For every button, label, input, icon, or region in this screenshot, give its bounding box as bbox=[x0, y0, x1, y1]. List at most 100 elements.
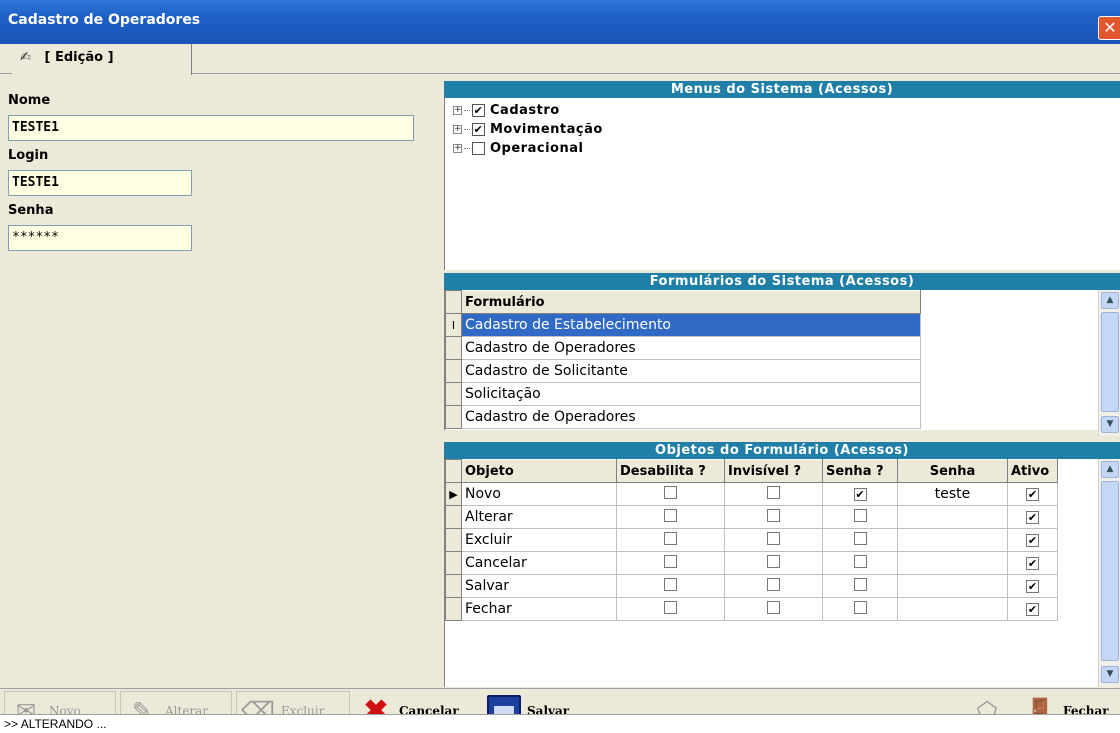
checkbox-invisivel[interactable] bbox=[767, 577, 780, 591]
table-cell[interactable] bbox=[897, 505, 1008, 529]
checkbox-desabilita[interactable] bbox=[664, 485, 677, 499]
table-cell[interactable]: Novo bbox=[461, 482, 617, 506]
checkbox-invisivel[interactable] bbox=[767, 485, 780, 499]
table-row[interactable]: Solicitação bbox=[445, 382, 921, 406]
table-row[interactable]: Cadastro de Solicitante bbox=[445, 359, 921, 383]
tree-item-label: Movimentação bbox=[490, 121, 603, 137]
checkbox-senha[interactable] bbox=[853, 554, 867, 568]
forms-grid: Formulário I Cadastro de Estabelecimento… bbox=[444, 290, 1098, 430]
table-cell[interactable]: Fechar bbox=[461, 597, 617, 621]
status-bar: >> ALTERANDO ... bbox=[0, 714, 1120, 733]
table-cell[interactable]: Cancelar bbox=[461, 551, 617, 575]
senha-input[interactable]: ****** bbox=[8, 225, 192, 251]
checkbox-ativo[interactable]: ✔ bbox=[1026, 511, 1039, 524]
column-header-invisivel[interactable]: Invisível ? bbox=[724, 459, 823, 483]
table-cell[interactable]: Cadastro de Operadores bbox=[461, 405, 921, 429]
row-indicator-header bbox=[445, 290, 462, 314]
checkbox-senha[interactable]: ✔ bbox=[853, 488, 867, 501]
row-pointer-icon: ▶ bbox=[445, 482, 462, 506]
close-button[interactable]: ✕ bbox=[1098, 16, 1120, 40]
scroll-up-icon[interactable]: ▲ bbox=[1101, 292, 1119, 309]
table-cell[interactable]: Cadastro de Operadores bbox=[461, 336, 921, 360]
column-header-formulario[interactable]: Formulário bbox=[461, 290, 921, 314]
column-header-senha[interactable]: Senha bbox=[897, 459, 1008, 483]
table-row[interactable]: Cadastro de Operadores bbox=[445, 405, 921, 429]
tree-item-label: Operacional bbox=[490, 140, 584, 156]
checkbox-desabilita[interactable] bbox=[664, 508, 677, 522]
table-row[interactable]: Fechar ✔ bbox=[445, 597, 1058, 621]
table-row[interactable]: ▶ Novo ✔ teste ✔ bbox=[445, 482, 1058, 506]
table-row[interactable]: I Cadastro de Estabelecimento bbox=[445, 313, 921, 337]
expand-icon[interactable]: + bbox=[453, 143, 462, 153]
nome-label: Nome bbox=[8, 93, 51, 108]
tree-item-cadastro[interactable]: + ✔ Cadastro bbox=[453, 101, 560, 119]
checkbox-senha[interactable] bbox=[853, 577, 867, 591]
senha-label: Senha bbox=[8, 203, 54, 218]
scroll-down-icon[interactable]: ▼ bbox=[1101, 666, 1119, 683]
tab-edicao[interactable]: ✍ [ Edição ] bbox=[12, 44, 192, 75]
checkbox-ativo[interactable]: ✔ bbox=[1026, 580, 1039, 593]
edit-pen-icon: ✍ bbox=[20, 50, 31, 65]
checkbox-senha[interactable] bbox=[853, 508, 867, 522]
checkbox-senha[interactable] bbox=[853, 600, 867, 614]
checkbox-cadastro[interactable]: ✔ bbox=[472, 103, 485, 117]
expand-icon[interactable]: + bbox=[453, 105, 462, 115]
checkbox-ativo[interactable]: ✔ bbox=[1026, 488, 1039, 501]
checkbox-invisivel[interactable] bbox=[767, 531, 780, 545]
checkbox-invisivel[interactable] bbox=[767, 508, 780, 522]
checkbox-desabilita[interactable] bbox=[664, 577, 677, 591]
table-cell[interactable]: teste bbox=[897, 482, 1008, 506]
table-cell[interactable]: Salvar bbox=[461, 574, 617, 598]
checkbox-operacional[interactable] bbox=[472, 141, 485, 155]
checkbox-desabilita[interactable] bbox=[664, 531, 677, 545]
login-label: Login bbox=[8, 148, 49, 163]
table-row[interactable]: Cadastro de Operadores bbox=[445, 336, 921, 360]
title-bar: Cadastro de Operadores ✕ bbox=[0, 0, 1120, 44]
checkbox-senha[interactable] bbox=[853, 531, 867, 545]
menus-tree: + ✔ Cadastro + ✔ Movimentação + Operacio… bbox=[444, 98, 1120, 270]
expand-icon[interactable]: + bbox=[453, 124, 462, 134]
menus-header: Menus do Sistema (Acessos) bbox=[444, 81, 1120, 98]
checkbox-ativo[interactable]: ✔ bbox=[1026, 557, 1039, 570]
objects-scrollbar[interactable]: ▲ ▼ bbox=[1098, 459, 1120, 687]
checkbox-ativo[interactable]: ✔ bbox=[1026, 534, 1039, 547]
objects-header: Objetos do Formulário (Acessos) bbox=[444, 442, 1120, 459]
checkbox-movimentacao[interactable]: ✔ bbox=[472, 122, 485, 136]
column-header-ativo[interactable]: Ativo bbox=[1007, 459, 1058, 483]
table-row[interactable]: Cancelar ✔ bbox=[445, 551, 1058, 575]
table-cell[interactable]: Cadastro de Solicitante bbox=[461, 359, 921, 383]
table-row[interactable]: Salvar ✔ bbox=[445, 574, 1058, 598]
checkbox-desabilita[interactable] bbox=[664, 600, 677, 614]
scroll-up-icon[interactable]: ▲ bbox=[1101, 461, 1119, 478]
forms-header: Formulários do Sistema (Acessos) bbox=[444, 273, 1120, 290]
column-header-senha-flag[interactable]: Senha ? bbox=[822, 459, 898, 483]
login-input[interactable]: TESTE1 bbox=[8, 170, 192, 196]
text-cursor-icon: I bbox=[445, 313, 462, 337]
tree-item-operacional[interactable]: + Operacional bbox=[453, 139, 583, 157]
scroll-thumb[interactable] bbox=[1101, 312, 1119, 412]
checkbox-desabilita[interactable] bbox=[664, 554, 677, 568]
table-cell[interactable] bbox=[897, 551, 1008, 575]
column-header-desabilita[interactable]: Desabilita ? bbox=[616, 459, 725, 483]
scroll-thumb[interactable] bbox=[1101, 481, 1119, 661]
window-title: Cadastro de Operadores bbox=[8, 12, 201, 28]
checkbox-invisivel[interactable] bbox=[767, 600, 780, 614]
table-cell[interactable] bbox=[897, 597, 1008, 621]
table-cell[interactable]: Cadastro de Estabelecimento bbox=[461, 313, 921, 337]
tree-item-movimentacao[interactable]: + ✔ Movimentação bbox=[453, 120, 603, 138]
forms-scrollbar[interactable]: ▲ ▼ bbox=[1098, 290, 1120, 436]
column-header-objeto[interactable]: Objeto bbox=[461, 459, 617, 483]
checkbox-invisivel[interactable] bbox=[767, 554, 780, 568]
objects-grid: Objeto Desabilita ? Invisível ? Senha ? … bbox=[444, 459, 1098, 687]
table-cell[interactable] bbox=[897, 574, 1008, 598]
tab-edicao-label: [ Edição ] bbox=[44, 50, 114, 65]
nome-input[interactable]: TESTE1 bbox=[8, 115, 414, 141]
table-row[interactable]: Excluir ✔ bbox=[445, 528, 1058, 552]
table-row[interactable]: Alterar ✔ bbox=[445, 505, 1058, 529]
table-cell[interactable]: Excluir bbox=[461, 528, 617, 552]
table-cell[interactable]: Alterar bbox=[461, 505, 617, 529]
checkbox-ativo[interactable]: ✔ bbox=[1026, 603, 1039, 616]
table-cell[interactable]: Solicitação bbox=[461, 382, 921, 406]
table-cell[interactable] bbox=[897, 528, 1008, 552]
scroll-down-icon[interactable]: ▼ bbox=[1101, 416, 1119, 433]
